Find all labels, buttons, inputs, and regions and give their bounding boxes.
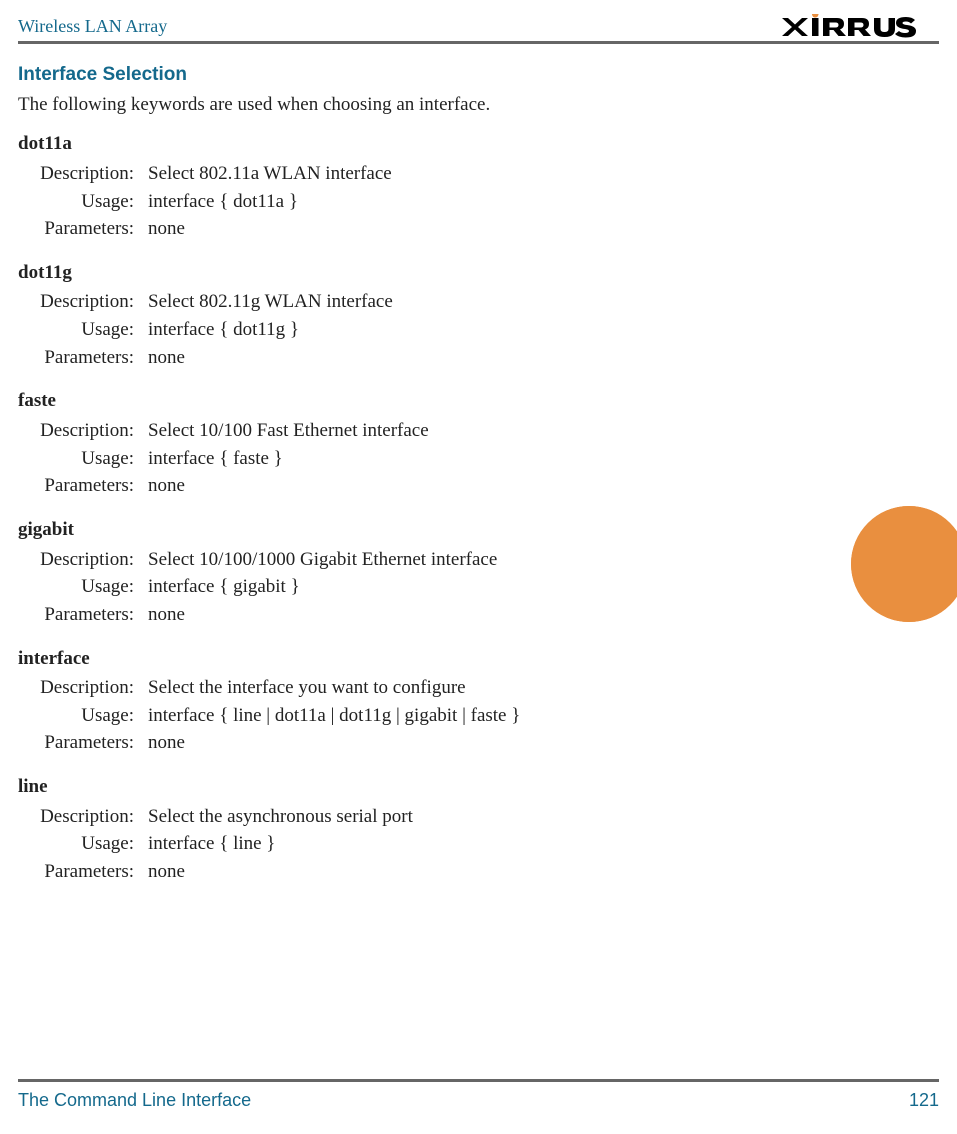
content-area: Interface Selection The following keywor…: [18, 62, 747, 903]
usage-value: interface { faste }: [148, 446, 747, 472]
description-value: Select the asynchronous serial port: [148, 804, 747, 830]
thumb-tab-marker: [851, 506, 957, 622]
usage-label: Usage:: [18, 189, 148, 215]
keyword-block: dot11a Description:Select 802.11a WLAN in…: [18, 131, 747, 242]
parameters-value: none: [148, 859, 747, 885]
definition-row: Parameters:none: [18, 345, 747, 371]
page-header: Wireless LAN Array: [18, 14, 939, 44]
definition-row: Description:Select 10/100 Fast Ethernet …: [18, 418, 747, 444]
usage-label: Usage:: [18, 831, 148, 857]
keywords-list: dot11aDescription:Select 802.11a WLAN in…: [18, 131, 747, 884]
section-intro: The following keywords are used when cho…: [18, 92, 747, 118]
section-heading: Interface Selection: [18, 62, 747, 88]
xirrus-logo-icon: [779, 14, 939, 40]
description-value: Select 802.11g WLAN interface: [148, 289, 747, 315]
definition-row: Usage:interface { dot11g }: [18, 317, 747, 343]
usage-value: interface { line | dot11a | dot11g | gig…: [148, 703, 747, 729]
parameters-value: none: [148, 345, 747, 371]
parameters-label: Parameters:: [18, 602, 148, 628]
keyword-block: dot11g Description:Select 802.11g WLAN in…: [18, 260, 747, 371]
keyword-name: dot11a: [18, 131, 747, 157]
parameters-label: Parameters:: [18, 216, 148, 242]
description-label: Description:: [18, 804, 148, 830]
definition-row: Usage:interface { line | dot11a | dot11g…: [18, 703, 747, 729]
definition-row: Parameters:none: [18, 859, 747, 885]
parameters-value: none: [148, 602, 747, 628]
description-label: Description:: [18, 289, 148, 315]
definition-row: Parameters:none: [18, 602, 747, 628]
keyword-name: dot11g: [18, 260, 747, 286]
parameters-value: none: [148, 216, 747, 242]
definition-row: Usage:interface { gigabit }: [18, 574, 747, 600]
description-value: Select 802.11a WLAN interface: [148, 161, 747, 187]
usage-label: Usage:: [18, 703, 148, 729]
definition-row: Description:Select the asynchronous seri…: [18, 804, 747, 830]
description-label: Description:: [18, 675, 148, 701]
header-title: Wireless LAN Array: [18, 14, 167, 38]
definition-row: Parameters:none: [18, 473, 747, 499]
usage-label: Usage:: [18, 446, 148, 472]
definition-row: Parameters:none: [18, 216, 747, 242]
description-value: Select the interface you want to configu…: [148, 675, 747, 701]
parameters-label: Parameters:: [18, 345, 148, 371]
description-label: Description:: [18, 547, 148, 573]
usage-value: interface { gigabit }: [148, 574, 747, 600]
keyword-block: interface Description:Select the interfac…: [18, 646, 747, 757]
definition-row: Parameters:none: [18, 730, 747, 756]
definition-row: Description:Select 10/100/1000 Gigabit E…: [18, 547, 747, 573]
brand-logo: [779, 14, 939, 40]
usage-value: interface { line }: [148, 831, 747, 857]
description-value: Select 10/100 Fast Ethernet interface: [148, 418, 747, 444]
keyword-name: faste: [18, 388, 747, 414]
usage-label: Usage:: [18, 574, 148, 600]
keyword-name: line: [18, 774, 747, 800]
usage-label: Usage:: [18, 317, 148, 343]
keyword-name: gigabit: [18, 517, 747, 543]
footer-page-number: 121: [909, 1088, 939, 1112]
description-label: Description:: [18, 418, 148, 444]
definition-row: Description:Select 802.11g WLAN interfac…: [18, 289, 747, 315]
parameters-label: Parameters:: [18, 730, 148, 756]
footer-chapter: The Command Line Interface: [18, 1088, 251, 1112]
definition-row: Description:Select 802.11a WLAN interfac…: [18, 161, 747, 187]
definition-row: Usage:interface { line }: [18, 831, 747, 857]
parameters-label: Parameters:: [18, 473, 148, 499]
parameters-label: Parameters:: [18, 859, 148, 885]
keyword-name: interface: [18, 646, 747, 672]
keyword-block: faste Description:Select 10/100 Fast Ethe…: [18, 388, 747, 499]
keyword-block: line Description:Select the asynchronous …: [18, 774, 747, 885]
definition-row: Description:Select the interface you wan…: [18, 675, 747, 701]
parameters-value: none: [148, 473, 747, 499]
definition-row: Usage:interface { faste }: [18, 446, 747, 472]
keyword-block: gigabit Description:Select 10/100/1000 Gi…: [18, 517, 747, 628]
page-footer: The Command Line Interface 121: [18, 1079, 939, 1112]
description-value: Select 10/100/1000 Gigabit Ethernet inte…: [148, 547, 747, 573]
usage-value: interface { dot11a }: [148, 189, 747, 215]
definition-row: Usage:interface { dot11a }: [18, 189, 747, 215]
parameters-value: none: [148, 730, 747, 756]
description-label: Description:: [18, 161, 148, 187]
usage-value: interface { dot11g }: [148, 317, 747, 343]
